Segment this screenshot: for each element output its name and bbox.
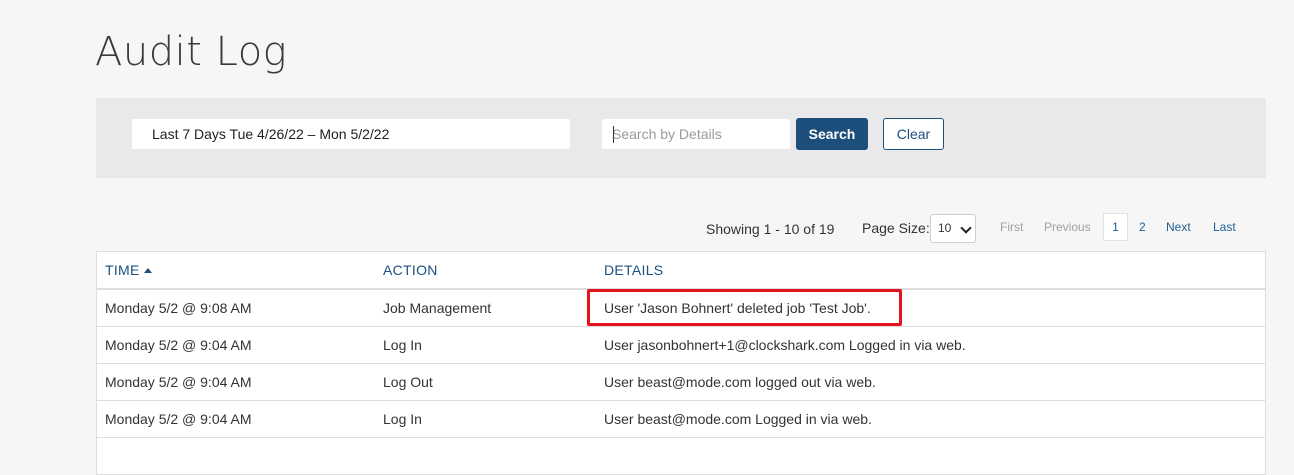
- text-caret: [613, 126, 614, 143]
- table-row: [96, 437, 1266, 475]
- audit-log-table: TIME ACTION DETAILS Monday 5/2 @ 9:08 AM…: [96, 251, 1266, 475]
- column-header-action[interactable]: ACTION: [383, 251, 604, 290]
- cell-details: User beast@mode.com logged out via web.: [604, 363, 1266, 401]
- pagination-next[interactable]: Next: [1166, 220, 1191, 234]
- column-header-time[interactable]: TIME: [96, 251, 383, 290]
- cell-details: User jasonbohnert+1@clockshark.com Logge…: [604, 326, 1266, 364]
- search-input[interactable]: [602, 119, 790, 149]
- page-size-select[interactable]: 10: [930, 214, 976, 243]
- page-size-label: Page Size:: [862, 220, 930, 236]
- filter-bar: Last 7 Days Tue 4/26/22 – Mon 5/2/22 Sea…: [96, 98, 1266, 178]
- pagination-first[interactable]: First: [1000, 220, 1023, 234]
- cell-details: User 'Jason Bohnert' deleted job 'Test J…: [604, 289, 1266, 327]
- table-row: Monday 5/2 @ 9:04 AM Log In User jasonbo…: [96, 326, 1266, 364]
- cell-time: Monday 5/2 @ 9:04 AM: [96, 400, 383, 438]
- cell-action: Job Management: [383, 289, 604, 327]
- table-row: Monday 5/2 @ 9:04 AM Log In User beast@m…: [96, 400, 1266, 438]
- cell-action: Log In: [383, 326, 604, 364]
- chevron-down-icon: [960, 222, 972, 234]
- date-range-picker[interactable]: Last 7 Days Tue 4/26/22 – Mon 5/2/22: [132, 119, 570, 149]
- cell-action: Log In: [383, 400, 604, 438]
- clear-button[interactable]: Clear: [883, 118, 944, 150]
- cell-details: User beast@mode.com Logged in via web.: [604, 400, 1266, 438]
- pagination-previous[interactable]: Previous: [1044, 220, 1091, 234]
- cell-time: [96, 437, 383, 475]
- page-title: Audit Log: [95, 29, 288, 75]
- table-row: Monday 5/2 @ 9:08 AM Job Management User…: [96, 289, 1266, 327]
- table-row: Monday 5/2 @ 9:04 AM Log Out User beast@…: [96, 363, 1266, 401]
- showing-count: Showing 1 - 10 of 19: [706, 221, 835, 237]
- pagination-page-2[interactable]: 2: [1139, 220, 1146, 234]
- cell-time: Monday 5/2 @ 9:04 AM: [96, 326, 383, 364]
- cell-action: [383, 437, 604, 475]
- column-header-time-label: TIME: [105, 262, 140, 278]
- cell-time: Monday 5/2 @ 9:08 AM: [96, 289, 383, 327]
- pagination-page-current[interactable]: 1: [1103, 213, 1128, 241]
- cell-details: [604, 437, 1266, 475]
- search-button[interactable]: Search: [796, 118, 868, 150]
- page-size-value: 10: [938, 221, 952, 235]
- column-header-details[interactable]: DETAILS: [604, 251, 1266, 290]
- cell-action: Log Out: [383, 363, 604, 401]
- cell-time: Monday 5/2 @ 9:04 AM: [96, 363, 383, 401]
- pagination-last[interactable]: Last: [1213, 220, 1236, 234]
- table-header-row: TIME ACTION DETAILS: [96, 251, 1266, 290]
- sort-ascending-icon: [143, 268, 152, 273]
